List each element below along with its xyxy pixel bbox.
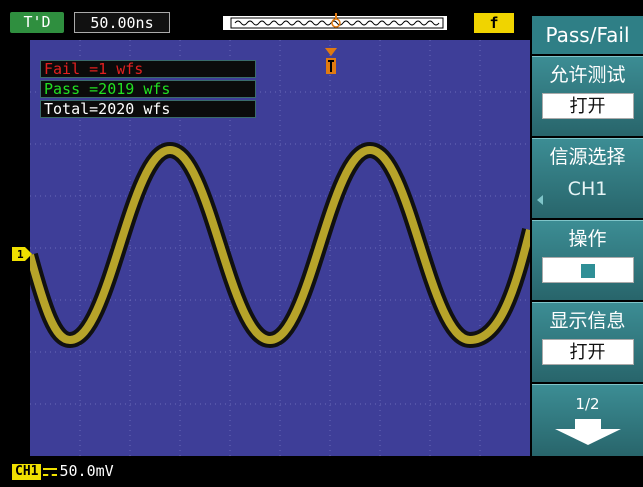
page-down-arrow-icon <box>554 419 621 445</box>
menu-title: Pass/Fail <box>532 16 643 54</box>
pass-count: Pass =2019 wfs <box>40 80 256 98</box>
ch1-tag: CH1 <box>12 463 42 480</box>
menu-next-page[interactable]: 1/2 <box>532 384 643 456</box>
trigger-position-icon <box>325 48 337 74</box>
menu-enable-test-value: 打开 <box>541 93 634 119</box>
trigger-mode-indicator: T'D <box>10 12 64 33</box>
menu-enable-test[interactable]: 允许测试 打开 <box>532 56 643 136</box>
menu-source-select-label: 信源选择 <box>549 146 626 168</box>
dc-coupling-icon <box>43 467 58 476</box>
menu-show-info-value: 打开 <box>541 339 634 365</box>
menu-source-select-value: CH1 <box>567 178 608 200</box>
status-bar: T'D 50.00ns f <box>0 0 532 40</box>
ch1-scale-readout: CH1 50.0mV <box>12 462 114 480</box>
stop-icon <box>580 264 595 278</box>
trigger-slope-indicator: f <box>474 13 514 33</box>
menu-operate-label: 操作 <box>568 228 607 250</box>
ch1-ground-marker: 1 <box>12 247 32 261</box>
ch1-volts-per-div: 50.0mV <box>59 462 114 480</box>
menu-show-info-label: 显示信息 <box>549 310 626 332</box>
pass-fail-menu: Pass/Fail 允许测试 打开 信源选择 CH1 操作 显示信息 打开 1/… <box>532 0 643 487</box>
menu-enable-test-label: 允许测试 <box>549 64 626 86</box>
fail-count: Fail =1 wfs <box>40 60 256 78</box>
page-indicator: 1/2 <box>575 395 600 413</box>
timebase-readout: 50.00ns <box>74 12 170 33</box>
menu-operate[interactable]: 操作 <box>532 220 643 300</box>
select-indicator-icon <box>537 195 543 205</box>
memory-overview-icon <box>223 13 447 30</box>
menu-operate-value <box>541 257 634 283</box>
total-count: Total=2020 wfs <box>40 100 256 118</box>
menu-source-select[interactable]: 信源选择 CH1 <box>532 138 643 218</box>
svg-text:1: 1 <box>17 248 24 261</box>
menu-show-info[interactable]: 显示信息 打开 <box>532 302 643 382</box>
